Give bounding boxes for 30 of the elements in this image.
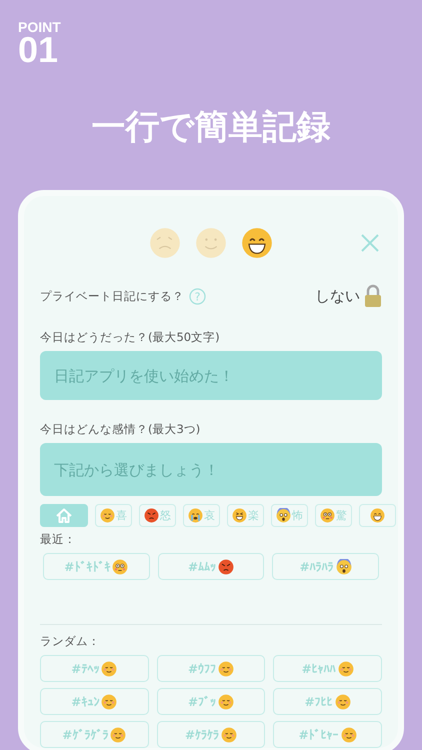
emotion-tab[interactable]: 怖 <box>271 504 308 527</box>
emotion-tab[interactable]: 喜 <box>95 504 132 527</box>
tag-button[interactable]: #ﾃﾍｯ <box>40 655 149 682</box>
tag-button[interactable]: #ﾌﾋﾋ <box>273 688 382 715</box>
point-number: 01 <box>18 34 58 66</box>
private-label: プライベート日記にする？ <box>40 288 184 304</box>
headline: 一行で簡単記録 <box>92 106 330 149</box>
emotion-input[interactable]: 下記から選びましょう！ <box>40 443 382 496</box>
tag-button[interactable]: #ｹﾗｹﾗ <box>156 721 266 748</box>
diary-input[interactable]: 日記アプリを使い始めた！ <box>40 351 382 400</box>
private-value[interactable]: しない <box>315 286 360 306</box>
point-label: POINT <box>18 20 61 34</box>
help-icon[interactable]: ? <box>189 288 206 304</box>
emotion-tab[interactable]: 哀 <box>183 504 220 527</box>
emotion-tab[interactable]: 驚 <box>315 504 352 527</box>
emotion-tab[interactable]: 楽 <box>227 504 264 527</box>
tag-button[interactable]: #ｷｭﾝ <box>40 688 149 715</box>
recent-label: 最近： <box>40 532 77 547</box>
emotion-tab[interactable]: 怒 <box>139 504 176 527</box>
tag-button[interactable]: #ﾊﾗﾊﾗ <box>272 553 379 580</box>
random-label: ランダム： <box>40 634 101 649</box>
tag-button[interactable]: #ﾋｬﾊﾊ <box>273 655 382 682</box>
emotion-label: 今日はどんな感情？(最大3つ) <box>40 422 202 437</box>
tag-button[interactable]: #ﾄﾞｷﾄﾞｷ <box>43 553 150 580</box>
tag-button[interactable]: #ﾄﾞﾋｬｰ <box>273 721 382 748</box>
tag-button[interactable]: #ﾌﾞｯ <box>156 688 266 715</box>
diary-label: 今日はどうだった？(最大50文字) <box>40 330 221 345</box>
tag-button[interactable]: #ｹﾞﾗｹﾞﾗ <box>40 721 149 748</box>
tag-button[interactable]: #ﾑﾑｯ <box>158 553 264 580</box>
tag-button[interactable]: #ｳﾌﾌ <box>156 655 266 682</box>
